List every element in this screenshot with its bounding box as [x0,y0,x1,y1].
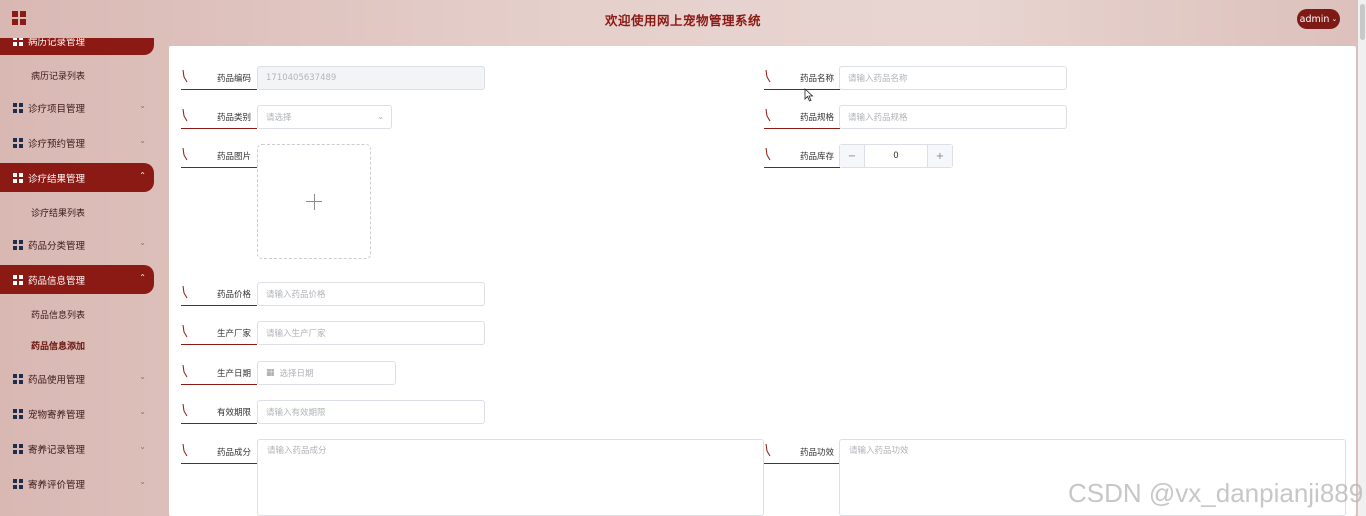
sidebar-item-drug-categories[interactable]: 药品分类管理 ⌄ [0,230,154,259]
sidebar-item-boarding-records[interactable]: 寄养记录管理 ⌄ [0,434,154,463]
price-label: 药品价格 [181,282,257,306]
expiry-label: 有效期限 [181,400,257,424]
stock-stepper[interactable]: − 0 + [839,144,953,168]
pin-icon [765,108,771,122]
sidebar-item-label: 寄养记录管理 [28,444,86,456]
expiry-input[interactable]: 请输入有效期限 [257,400,485,424]
pin-icon [182,108,188,122]
sidebar-item-case-records[interactable]: 病历记录管理 ⌃ [0,38,154,55]
sidebar-item-label: 宠物寄养管理 [28,409,86,421]
sidebar-item-label: 诊疗结果管理 [28,173,86,185]
stock-value[interactable]: 0 [865,145,927,167]
sidebar-item-boarding-reviews[interactable]: 寄养评价管理 ⌄ [0,469,154,498]
increment-button[interactable]: + [927,145,952,167]
chevron-down-icon: ⌄ [1331,15,1338,23]
chevron-up-icon: ⌃ [139,171,146,180]
sidebar-subitem-drug-add[interactable]: 药品信息添加 [31,339,85,352]
pin-icon [182,69,188,83]
top-bar: 欢迎使用网上宠物管理系统 admin ⌄ [0,0,1366,38]
calendar-icon: ▦ [266,368,275,378]
stock-label: 药品库存 [764,144,840,168]
pin-icon [765,443,771,457]
chevron-up-icon: ⌃ [139,38,146,43]
user-menu-button[interactable]: admin ⌄ [1297,9,1340,29]
category-select[interactable]: 请选择 ⌄ [257,105,392,129]
grid-icon [13,443,23,454]
code-input[interactable]: 1710405637489 [257,66,485,90]
grid-icon [13,373,23,384]
name-label: 药品名称 [764,66,840,90]
spec-label: 药品规格 [764,105,840,129]
app-title: 欢迎使用网上宠物管理系统 [604,13,761,28]
pin-icon [182,147,188,161]
date-label: 生产日期 [181,361,257,385]
user-name: admin [1299,13,1330,25]
grid-icon [13,274,23,285]
chevron-down-icon: ⌄ [139,407,146,416]
sidebar-item-boarding[interactable]: 宠物寄养管理 ⌄ [0,399,154,428]
chevron-down-icon: ⌄ [139,442,146,451]
date-picker[interactable]: ▦ 选择日期 [257,361,396,385]
sidebar-item-appointments[interactable]: 诊疗预约管理 ⌄ [0,128,154,157]
maker-input[interactable]: 请输入生产厂家 [257,321,485,345]
sidebar-item-drug-info[interactable]: 药品信息管理 ⌃ [0,265,154,294]
scrollbar[interactable] [1358,0,1366,516]
grid-icon [13,38,23,46]
price-input[interactable]: 请输入药品价格 [257,282,485,306]
sidebar-item-label: 药品使用管理 [28,374,86,386]
sidebar-subitem-result-list[interactable]: 诊疗结果列表 [31,206,85,219]
mouse-cursor-icon [804,88,814,102]
sidebar-item-label: 药品信息管理 [28,275,86,287]
sidebar-subitem-case-list[interactable]: 病历记录列表 [31,69,85,82]
chevron-down-icon: ⌄ [139,477,146,486]
pin-icon [765,147,771,161]
chevron-down-icon: ⌄ [377,112,384,121]
grid-icon [13,172,23,183]
maker-label: 生产厂家 [181,321,257,345]
pin-icon [182,285,188,299]
sidebar-item-label: 病历记录管理 [28,38,86,48]
chevron-up-icon: ⌃ [139,273,146,282]
sidebar-item-drug-usage[interactable]: 药品使用管理 ⌄ [0,364,154,393]
watermark: CSDN @vx_danpianji889 [1068,478,1364,508]
chevron-down-icon: ⌄ [139,136,146,145]
sidebar-item-treatment-results[interactable]: 诊疗结果管理 ⌃ [0,163,154,192]
plus-icon [306,193,322,210]
spec-input[interactable]: 请输入药品规格 [839,105,1067,129]
grid-icon [13,102,23,113]
grid-icon [13,137,23,148]
image-upload[interactable] [257,144,371,259]
image-label: 药品图片 [181,144,257,168]
efficacy-label: 药品功效 [764,440,840,464]
sidebar: 病历记录管理 ⌃ 病历记录列表 诊疗项目管理 ⌄ 诊疗预约管理 ⌄ 诊疗结果管理… [0,38,160,516]
ingredients-textarea[interactable]: 请输入药品成分 [257,439,764,516]
category-label: 药品类别 [181,105,257,129]
code-label: 药品编码 [181,66,257,90]
pin-icon [182,324,188,338]
chevron-down-icon: ⌄ [139,372,146,381]
grid-icon [13,478,23,489]
pin-icon [182,403,188,417]
ingredients-label: 药品成分 [181,440,257,464]
sidebar-item-treatment-items[interactable]: 诊疗项目管理 ⌄ [0,93,154,122]
grid-icon [13,239,23,250]
sidebar-item-label: 药品分类管理 [28,240,86,252]
sidebar-item-label: 诊疗项目管理 [28,103,86,115]
pin-icon [182,443,188,457]
grid-icon [13,408,23,419]
pin-icon [182,364,188,378]
chevron-down-icon: ⌄ [139,101,146,110]
sidebar-item-label: 诊疗预约管理 [28,138,86,150]
chevron-down-icon: ⌄ [139,238,146,247]
sidebar-subitem-drug-list[interactable]: 药品信息列表 [31,308,85,321]
decrement-button[interactable]: − [840,145,865,167]
name-input[interactable]: 请输入药品名称 [839,66,1067,90]
scrollbar-thumb[interactable] [1360,4,1365,40]
pin-icon [765,69,771,83]
sidebar-item-label: 寄养评价管理 [28,479,86,491]
